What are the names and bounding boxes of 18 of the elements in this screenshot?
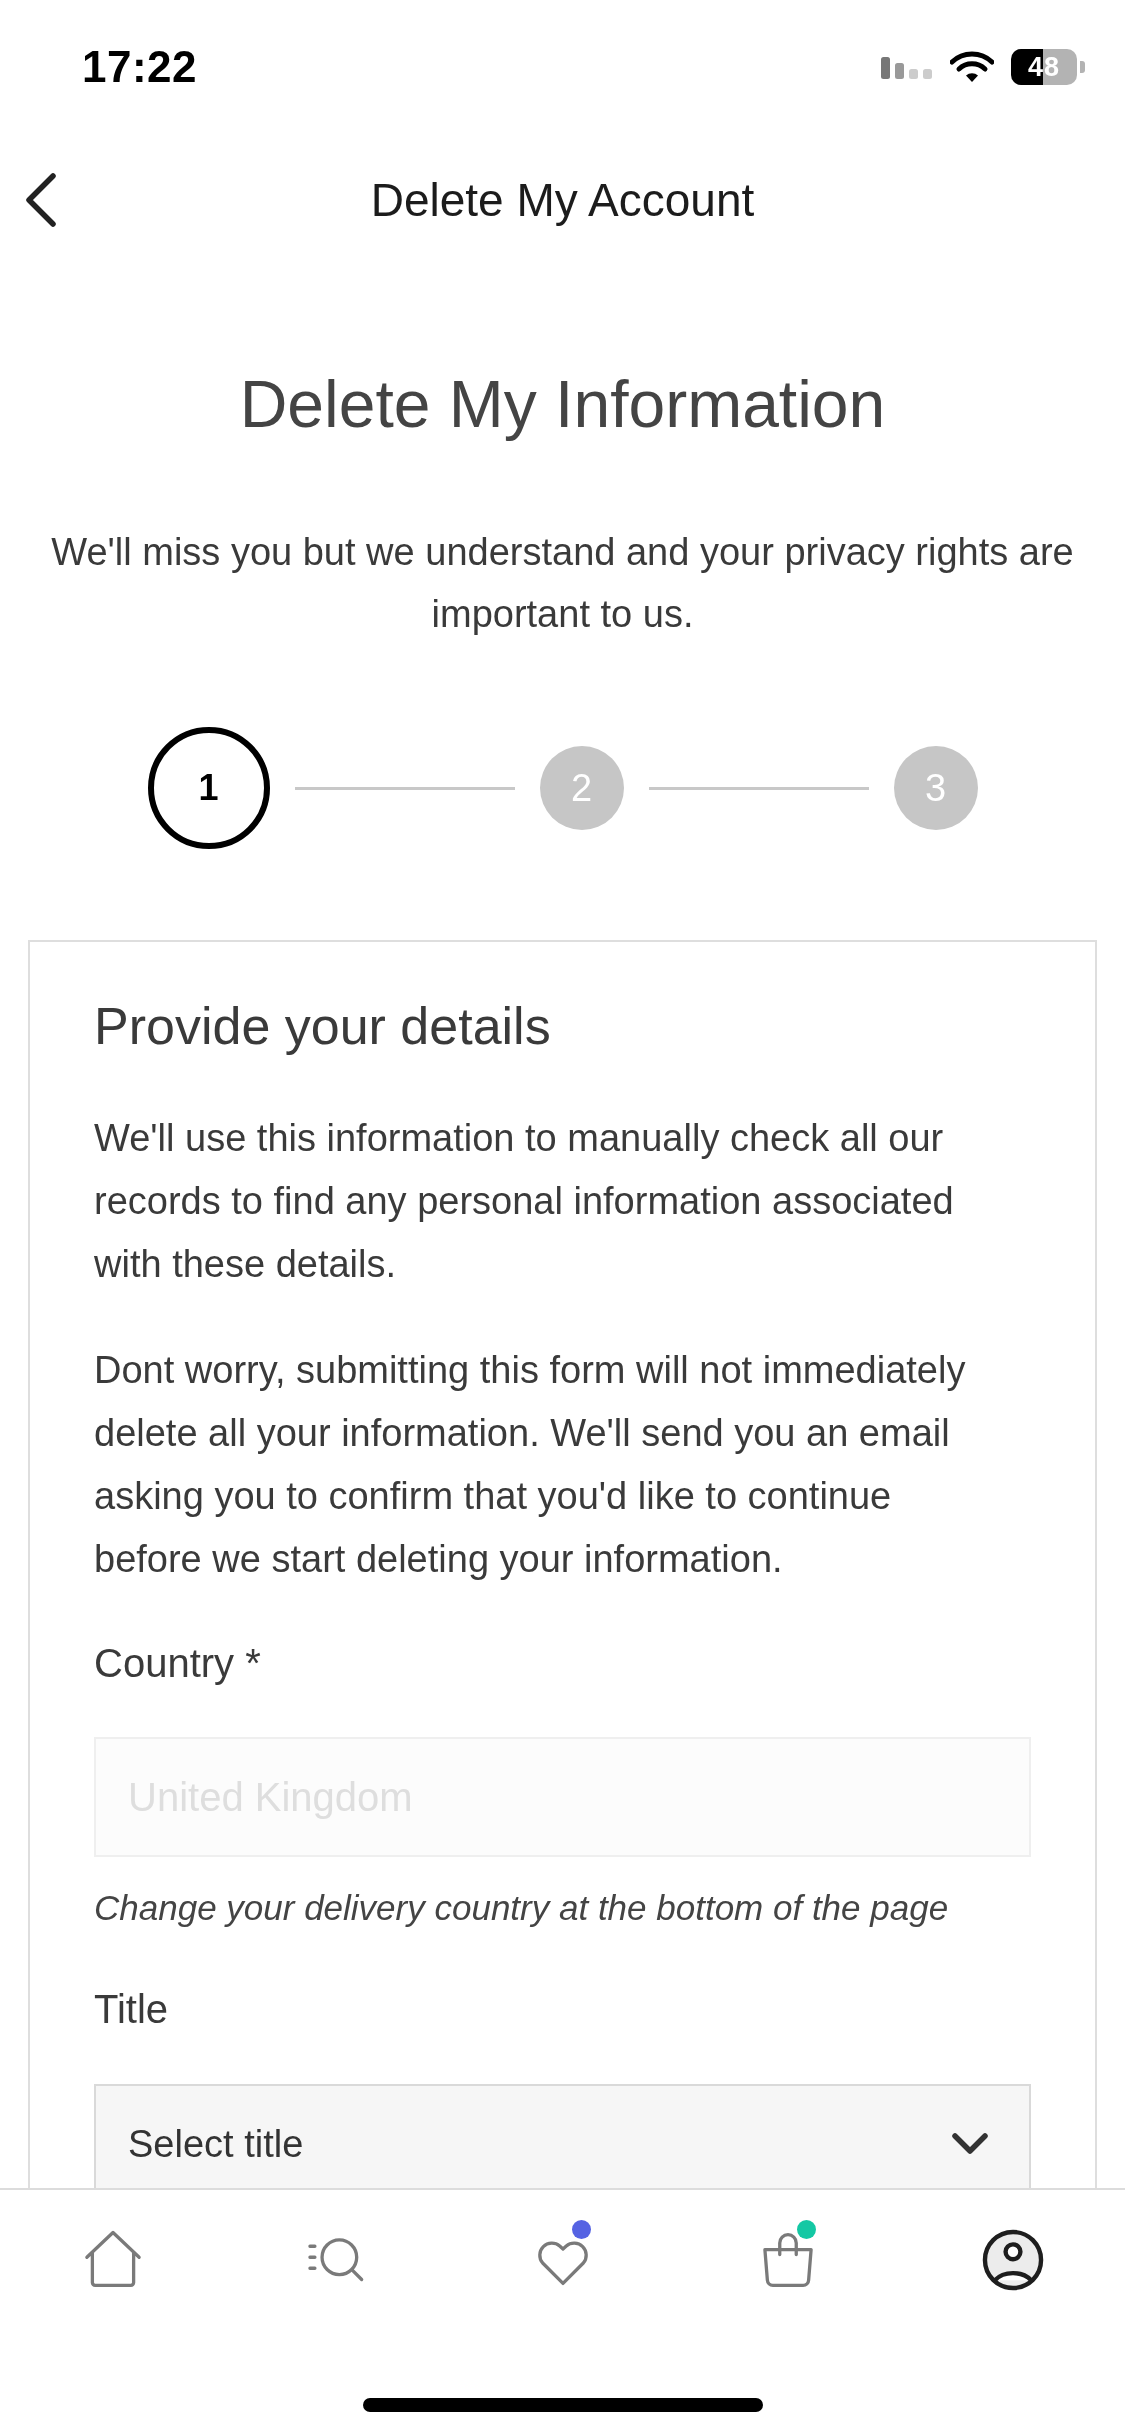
battery-indicator: 48 [1011,49,1085,85]
field-hint: Change your delivery country at the bottom of the page [94,1887,950,1929]
field-label: Title [94,1986,170,2033]
step-indicator: 3 [893,746,978,830]
step-indicator: 2 [539,746,624,830]
page-heading: Delete My Information [239,366,886,443]
screen-title: Delete My Account [369,173,756,228]
field-label: Country * [94,1640,262,1687]
wifi-icon [950,51,994,83]
intro-text: We'll miss you but we understand and your privacy rights are important to us. [50,530,1075,637]
status-time: 17:22 [82,42,198,92]
card-paragraph: Dont worry, submitting this form will not immediately delete all your information. We'll send you an email asking you to confirm that you'd like to continue before we start deleting your information. [94,1348,967,1582]
select-field[interactable]: Select title [94,2084,1031,2188]
chevron-down-icon [951,2132,989,2156]
signal-icon [881,55,933,79]
step-indicator: 1 [147,727,270,849]
card-heading: Provide your details [94,996,552,1056]
card-paragraph: We'll use this information to manually check all our records to find any personal information associated with these details. [94,1116,955,1287]
